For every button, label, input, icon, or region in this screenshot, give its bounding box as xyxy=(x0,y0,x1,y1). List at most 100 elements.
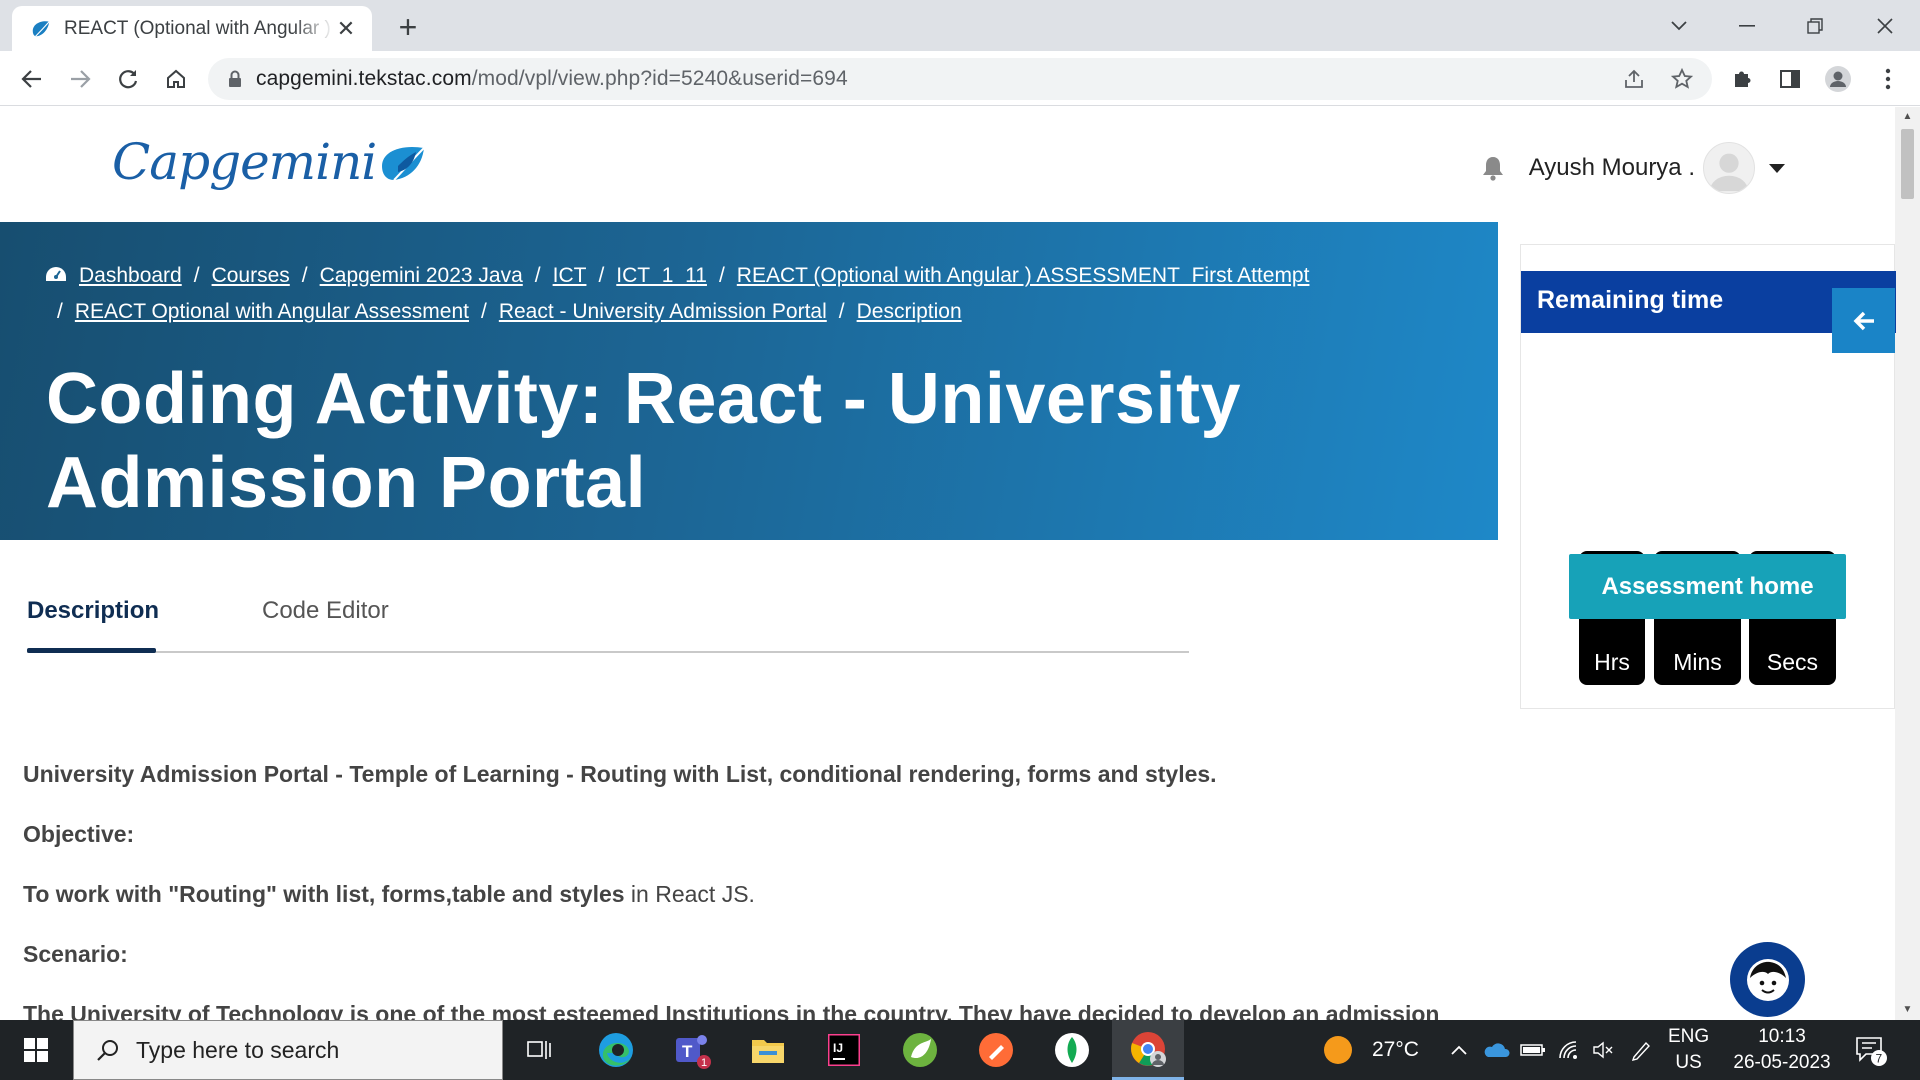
taskbar-search-placeholder: Type here to search xyxy=(136,1036,340,1063)
breadcrumb-link[interactable]: ICT xyxy=(553,264,587,287)
breadcrumb-link[interactable]: Dashboard xyxy=(79,264,182,287)
task-view-icon[interactable] xyxy=(504,1020,576,1080)
teams-badge: 1 xyxy=(701,1057,707,1069)
collapse-panel-button[interactable] xyxy=(1832,288,1895,353)
extensions-icon[interactable] xyxy=(1722,59,1762,99)
mongodb-compass-icon[interactable] xyxy=(1036,1020,1108,1080)
reload-icon[interactable] xyxy=(108,59,148,99)
windows-taskbar: Type here to search T1 IJ 27°C ENG US 10… xyxy=(0,1020,1920,1080)
weather-widget[interactable]: 27°C xyxy=(1322,1020,1419,1080)
capgemini-logo[interactable]: Capgemini xyxy=(112,133,428,191)
objective-text: To work with "Routing" with list, forms,… xyxy=(23,877,1483,911)
close-window-icon[interactable] xyxy=(1858,8,1912,44)
region-code: US xyxy=(1675,1052,1702,1073)
site-header: Capgemini Ayush Mourya . xyxy=(0,107,1895,222)
share-icon[interactable] xyxy=(1614,59,1654,99)
spring-tool-suite-icon[interactable] xyxy=(884,1020,956,1080)
back-icon[interactable] xyxy=(12,59,52,99)
profile-icon[interactable] xyxy=(1818,59,1858,99)
tabs-divider xyxy=(27,651,1189,653)
chatbot-face-icon xyxy=(1746,958,1789,1001)
browser-toolbar: capgemini.tekstac.com/mod/vpl/view.php?i… xyxy=(0,51,1920,106)
notification-center-icon: 7 xyxy=(1856,1037,1887,1066)
bookmark-star-icon[interactable] xyxy=(1662,59,1702,99)
tab-search-icon[interactable] xyxy=(1652,8,1706,44)
user-name[interactable]: Ayush Mourya . xyxy=(1529,154,1695,182)
clock[interactable]: 10:13 26-05-2023 xyxy=(1732,1020,1832,1080)
tab-description[interactable]: Description xyxy=(27,597,159,625)
page-title: Coding Activity: React - University Admi… xyxy=(46,359,1242,523)
windows-start-button[interactable] xyxy=(0,1020,72,1080)
forward-icon[interactable] xyxy=(60,59,100,99)
address-bar[interactable]: capgemini.tekstac.com/mod/vpl/view.php?i… xyxy=(208,58,1712,100)
breadcrumb-link[interactable]: REACT Optional with Angular Assessment xyxy=(75,300,469,323)
breadcrumb-link[interactable]: Courses xyxy=(212,264,290,287)
chevron-down-icon[interactable] xyxy=(1769,163,1785,173)
page-header-banner: Dashboard / Courses / Capgemini 2023 Java / IC… xyxy=(0,222,1498,540)
intellij-icon[interactable]: IJ xyxy=(808,1020,880,1080)
onedrive-cloud-icon[interactable] xyxy=(1482,1041,1510,1059)
speaker-muted-icon[interactable] xyxy=(1592,1040,1614,1060)
notification-count: 7 xyxy=(1876,1052,1883,1066)
close-tab-icon[interactable]: ✕ xyxy=(334,16,358,41)
notification-center[interactable]: 7 xyxy=(1854,1020,1888,1080)
timer-seconds-label: Secs xyxy=(1766,649,1819,675)
user-menu[interactable]: Ayush Mourya . xyxy=(1481,142,1785,194)
url-path: /mod/vpl/view.php?id=5240&userid=694 xyxy=(471,67,848,90)
avatar[interactable] xyxy=(1703,142,1755,194)
active-tab-indicator xyxy=(27,648,156,653)
objective-label: Objective: xyxy=(23,821,135,847)
logo-text: Capgemini xyxy=(112,133,377,191)
notification-bell-icon[interactable] xyxy=(1481,155,1505,181)
postman-icon[interactable] xyxy=(960,1020,1032,1080)
breadcrumb-link[interactable]: Capgemini 2023 Java xyxy=(320,264,523,287)
scenario-text: The University of Technology is one of t… xyxy=(23,1001,1440,1020)
capgemini-favicon-icon xyxy=(32,20,50,37)
battery-icon[interactable] xyxy=(1520,1043,1546,1057)
svg-text:T: T xyxy=(682,1042,693,1061)
breadcrumb-link[interactable]: React - University Admission Portal xyxy=(499,300,827,323)
wifi-icon[interactable] xyxy=(1558,1040,1580,1060)
file-explorer-icon[interactable] xyxy=(732,1020,804,1080)
browser-tab[interactable]: REACT (Optional with Angular ) ASSESSMEN… xyxy=(12,6,372,51)
assessment-home-button[interactable]: Assessment home xyxy=(1569,554,1846,619)
chatbot-button[interactable] xyxy=(1730,942,1805,1017)
objective-text-bold: To work with "Routing" with list, forms,… xyxy=(23,881,625,907)
clock-time: 10:13 xyxy=(1758,1026,1806,1047)
scroll-down-icon[interactable]: ▼ xyxy=(1901,1004,1914,1016)
url-host: capgemini.tekstac.com xyxy=(256,67,472,90)
svg-text:IJ: IJ xyxy=(833,1041,843,1055)
home-icon[interactable] xyxy=(156,59,196,99)
chrome-taskbar-icon[interactable] xyxy=(1112,1020,1184,1080)
input-language[interactable]: ENG US xyxy=(1668,1020,1709,1080)
teams-icon[interactable]: T1 xyxy=(656,1020,728,1080)
tab-code-editor[interactable]: Code Editor xyxy=(262,597,389,625)
scenario-label: Scenario: xyxy=(23,941,128,967)
pen-icon[interactable] xyxy=(1630,1039,1652,1061)
arrow-left-icon xyxy=(1853,311,1874,330)
description-heading: University Admission Portal - Temple of … xyxy=(23,761,1217,787)
side-panel-icon[interactable] xyxy=(1770,59,1810,99)
breadcrumb-link[interactable]: ICT_1_11 xyxy=(616,264,707,287)
new-tab-button[interactable]: + xyxy=(392,11,424,44)
language-code: ENG xyxy=(1668,1026,1710,1047)
tab-title: REACT (Optional with Angular ) ASSESSMEN… xyxy=(64,17,334,39)
chrome-menu-icon[interactable] xyxy=(1868,59,1908,99)
timer-title: Remaining time xyxy=(1537,286,1724,314)
scroll-up-icon[interactable]: ▲ xyxy=(1901,111,1914,123)
user-avatar-icon xyxy=(1709,153,1749,192)
minimize-icon[interactable] xyxy=(1720,8,1774,44)
lock-icon[interactable] xyxy=(228,70,242,88)
chevron-up-icon[interactable] xyxy=(1450,1044,1468,1056)
scrollbar-thumb[interactable] xyxy=(1901,129,1914,199)
restore-icon[interactable] xyxy=(1788,8,1842,44)
edge-browser-icon[interactable] xyxy=(580,1020,652,1080)
page-scrollbar[interactable]: ▲ ▼ xyxy=(1895,107,1920,1020)
breadcrumb-link[interactable]: REACT (Optional with Angular ) ASSESSMEN… xyxy=(737,264,1310,287)
url-text: capgemini.tekstac.com/mod/vpl/view.php?i… xyxy=(256,67,848,91)
activity-tabs: Description Code Editor xyxy=(27,569,1189,755)
objective-text-rest: in React JS. xyxy=(624,881,755,907)
taskbar-search[interactable]: Type here to search xyxy=(73,1020,503,1080)
weather-temp: 27°C xyxy=(1372,1038,1419,1061)
breadcrumb-link[interactable]: Description xyxy=(857,300,962,323)
